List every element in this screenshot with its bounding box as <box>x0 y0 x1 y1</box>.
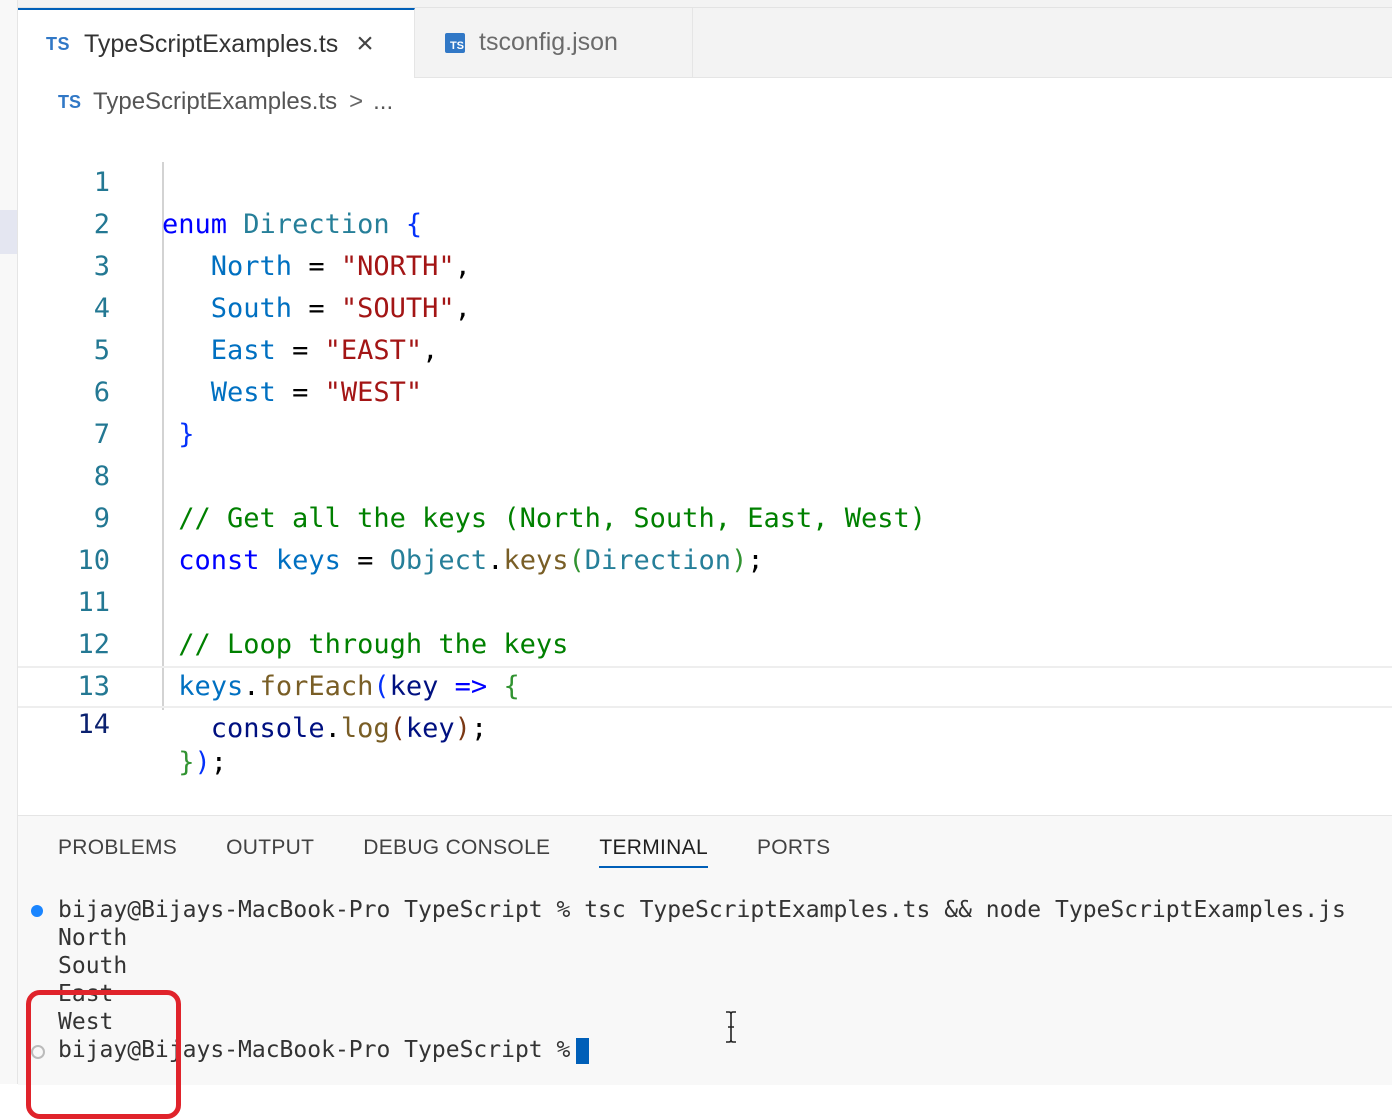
editor-tab-bar: TS TypeScriptExamples.ts × TS tsconfig.j… <box>18 8 1392 78</box>
punctuation: ; <box>210 747 228 778</box>
object-name: console <box>210 713 325 744</box>
code-line: 9 const keys = Object.keys(Direction); <box>18 456 1392 576</box>
code-line: 5 West = "WEST" <box>18 288 1392 408</box>
close-icon[interactable]: × <box>356 29 374 59</box>
tab-label: TypeScriptExamples.ts <box>84 29 339 58</box>
activity-selection <box>0 210 17 254</box>
code-line: 3 South = "SOUTH", <box>18 204 1392 324</box>
code-editor[interactable]: 1 enum Direction { 2 North = "NORTH", 3 … <box>18 120 1392 778</box>
typescript-file-icon: TS <box>46 33 71 54</box>
line-number: 14 <box>77 709 110 740</box>
paren: ) <box>194 747 211 778</box>
code-line: 12 keys.forEach(key => { <box>18 582 1392 702</box>
command-success-icon <box>31 905 43 917</box>
tab-problems[interactable]: PROBLEMS <box>58 836 177 868</box>
panel-tabs: PROBLEMS OUTPUT DEBUG CONSOLE TERMINAL P… <box>58 836 879 868</box>
tab-tsconfig[interactable]: TS tsconfig.json <box>415 8 693 77</box>
paren: ( <box>389 713 406 744</box>
tab-debug-console[interactable]: DEBUG CONSOLE <box>363 836 550 868</box>
code-line: 10 <box>18 498 1392 576</box>
window-top-edge <box>0 0 1392 8</box>
code-line: 7 <box>18 372 1392 450</box>
tab-terminal[interactable]: TERMINAL <box>599 836 708 868</box>
paren: ) <box>454 713 471 744</box>
breadcrumb: TS TypeScriptExamples.ts > ... <box>58 86 393 118</box>
code-line: 13 console.log(key); <box>18 624 1392 744</box>
breadcrumb-symbols[interactable]: ... <box>373 88 393 116</box>
text-cursor-icon <box>726 1011 736 1043</box>
code-line: 11 // Loop through the keys <box>18 540 1392 660</box>
tab-output[interactable]: OUTPUT <box>226 836 314 868</box>
typescript-file-icon: TS <box>58 91 82 112</box>
terminal-output-line: South <box>58 953 128 979</box>
tab-typescriptexamples[interactable]: TS TypeScriptExamples.ts × <box>18 8 415 78</box>
code-line: 8 // Get all the keys (North, South, Eas… <box>18 414 1392 534</box>
terminal-command-line: bijay@Bijays-MacBook-Pro TypeScript % ts… <box>58 897 1346 923</box>
tab-ports[interactable]: PORTS <box>757 836 830 868</box>
terminal-output-line: North <box>58 925 128 951</box>
activity-strip <box>0 0 18 1084</box>
code-line: 6 } <box>18 330 1392 450</box>
argument: key <box>405 713 455 744</box>
code-line: 1 enum Direction { <box>18 120 1392 240</box>
brace: } <box>178 747 195 778</box>
typescript-config-icon: TS <box>445 32 465 53</box>
terminal-cursor <box>576 1037 590 1064</box>
function-name: log <box>340 713 390 744</box>
code-line: 2 North = "NORTH", <box>18 162 1392 282</box>
breadcrumb-file[interactable]: TypeScriptExamples.ts <box>93 88 337 116</box>
bottom-panel: PROBLEMS OUTPUT DEBUG CONSOLE TERMINAL P… <box>18 815 1392 1119</box>
chevron-right-icon: > <box>349 88 364 115</box>
output-highlight-box <box>26 990 181 1119</box>
tab-label: tsconfig.json <box>479 28 618 56</box>
punctuation: . <box>324 713 341 744</box>
code-line: 4 East = "EAST", <box>18 246 1392 366</box>
punctuation: ; <box>470 713 488 744</box>
current-code-line: 14 }); <box>18 666 1392 778</box>
